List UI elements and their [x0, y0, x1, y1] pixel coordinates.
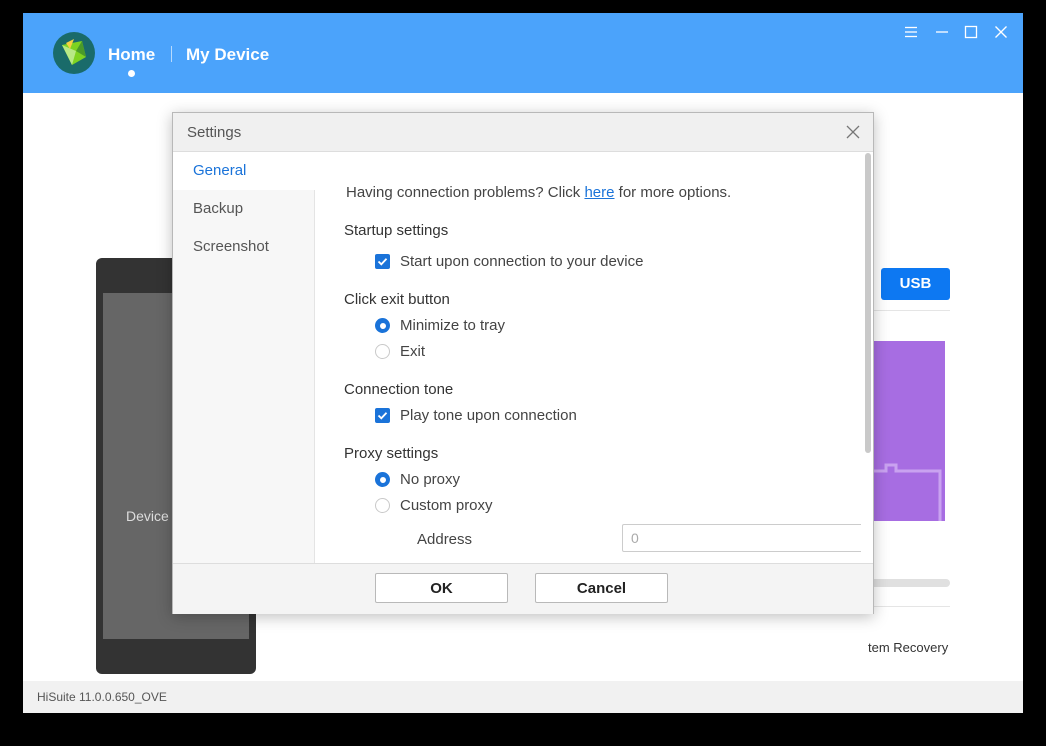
proxy-settings-title: Proxy settings [344, 445, 439, 462]
check-icon [377, 258, 388, 266]
exit-label: Exit [400, 343, 426, 360]
dialog-title-bar: Settings [173, 113, 873, 152]
dialog-title: Settings [187, 124, 242, 141]
feature-card[interactable] [868, 341, 945, 521]
nav-separator [171, 46, 172, 62]
close-icon[interactable] [845, 124, 861, 140]
usb-button[interactable]: USB [881, 268, 950, 300]
start-on-connect-label: Start upon connection to your device [400, 253, 644, 270]
no-proxy-radio[interactable] [375, 472, 390, 487]
title-bar: Home My Device [23, 13, 1023, 93]
check-icon [377, 412, 388, 420]
exit-radio[interactable] [375, 344, 390, 359]
divider [868, 310, 950, 311]
settings-scrollbar[interactable] [865, 153, 871, 453]
device-label: Device [126, 508, 169, 524]
maximize-icon[interactable] [962, 23, 980, 41]
close-window-icon[interactable] [992, 23, 1010, 41]
play-tone-label: Play tone upon connection [400, 407, 577, 424]
address-label: Address [417, 531, 473, 548]
settings-dialog: Settings General Backup Screenshot Havin… [172, 112, 874, 614]
connection-help-text: Having connection problems? Click here f… [346, 184, 731, 201]
custom-proxy-radio[interactable] [375, 498, 390, 513]
hisuite-logo-icon [53, 32, 95, 74]
connection-tone-title: Connection tone [344, 381, 454, 398]
help-prefix: Having connection problems? Click [346, 184, 585, 201]
address-input[interactable] [622, 524, 861, 552]
puzzle-icon [870, 463, 942, 521]
sidebar-item-screenshot[interactable]: Screenshot [173, 228, 314, 266]
custom-proxy-label: Custom proxy [400, 497, 493, 514]
ok-button[interactable]: OK [375, 573, 508, 603]
general-settings-panel: Having connection problems? Click here f… [315, 152, 861, 563]
settings-sidebar: General Backup Screenshot [173, 152, 315, 563]
minimize-to-tray-radio[interactable] [375, 318, 390, 333]
system-recovery-link[interactable]: tem Recovery [868, 640, 948, 655]
nav-home-active-indicator [128, 70, 135, 77]
status-bar: HiSuite 11.0.0.650_OVE [23, 681, 1023, 713]
divider [868, 606, 950, 607]
sidebar-item-general[interactable]: General [173, 152, 315, 190]
help-here-link[interactable]: here [584, 184, 614, 201]
sidebar-item-backup[interactable]: Backup [173, 190, 314, 228]
nav-home[interactable]: Home [108, 45, 155, 65]
play-tone-checkbox[interactable] [375, 408, 390, 423]
help-suffix: for more options. [614, 184, 732, 201]
menu-icon[interactable] [902, 23, 920, 41]
version-label: HiSuite 11.0.0.650_OVE [37, 690, 167, 704]
startup-settings-title: Startup settings [344, 222, 449, 239]
minimize-icon[interactable] [933, 23, 951, 41]
dialog-footer: OK Cancel [173, 563, 873, 614]
minimize-to-tray-label: Minimize to tray [400, 317, 506, 334]
exit-button-title: Click exit button [344, 291, 450, 308]
progress-bar [868, 579, 950, 587]
nav-my-device[interactable]: My Device [186, 45, 269, 65]
start-on-connect-checkbox[interactable] [375, 254, 390, 269]
cancel-button[interactable]: Cancel [535, 573, 668, 603]
no-proxy-label: No proxy [400, 471, 461, 488]
